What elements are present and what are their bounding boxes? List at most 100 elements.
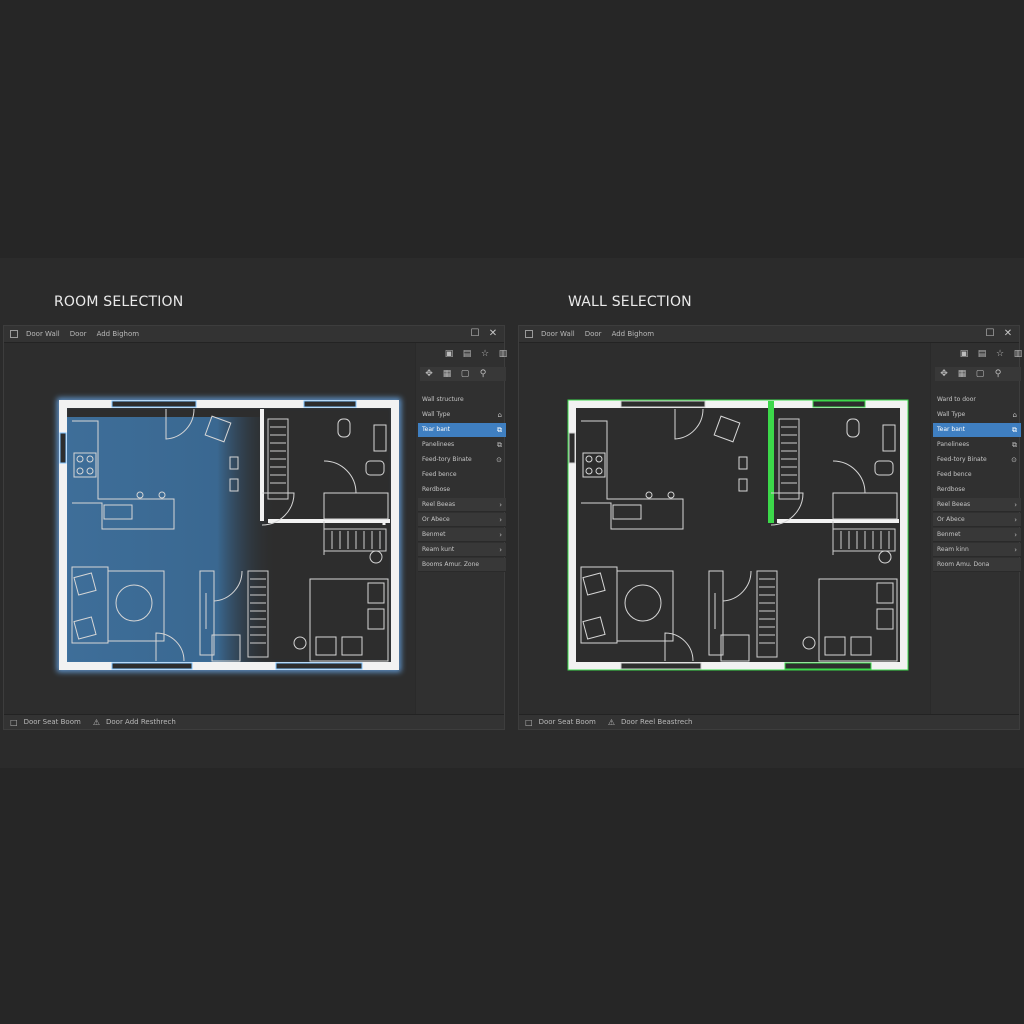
menu-item-icon: ⧉ bbox=[497, 426, 502, 434]
menu-item-label: Panelinees bbox=[422, 441, 455, 448]
menu-item[interactable]: Booms Amur. Zone bbox=[418, 558, 506, 572]
menu-item-icon: ⊙ bbox=[1011, 456, 1017, 464]
title-bar: Door Wall Door Add Bighom ☐ ✕ bbox=[4, 326, 504, 343]
properties-sidebar: ▣ ▤ ☆ ▥ ✥ ▦ ▢ ⚲ Ward to door Wall Type ⌂ Te… bbox=[931, 343, 1022, 715]
chevron-right-icon: › bbox=[499, 516, 502, 524]
pin-icon[interactable]: ⚲ bbox=[989, 367, 1007, 381]
menu-item-label: Benmet bbox=[937, 531, 961, 538]
menu-item[interactable]: Reel Beeas › bbox=[418, 498, 506, 512]
layer-icon[interactable]: ▣ bbox=[440, 347, 458, 361]
floor-plan-drawing bbox=[567, 399, 909, 671]
menu-item[interactable]: Ward to door bbox=[933, 393, 1021, 407]
menu-item[interactable]: Rerdbose bbox=[418, 483, 506, 497]
menu-item[interactable]: Panelinees ⧉ bbox=[933, 438, 1021, 452]
frame-icon[interactable]: ▢ bbox=[456, 367, 474, 381]
menu-item[interactable]: Feed bence bbox=[933, 468, 1021, 482]
menu-item-label: Ream kinn bbox=[937, 546, 969, 553]
star-icon[interactable]: ☆ bbox=[991, 347, 1009, 361]
menu-item-label: Or Abece bbox=[937, 516, 965, 523]
menu-item[interactable]: Feed-tory Binate ⊙ bbox=[418, 453, 506, 467]
menu-item-label: Booms Amur. Zone bbox=[422, 561, 480, 568]
menu-item-label: Or Abece bbox=[422, 516, 450, 523]
maximize-icon[interactable]: ☐ bbox=[983, 327, 997, 341]
sidebar-toolbar-second: ✥ ▦ ▢ ⚲ bbox=[420, 367, 506, 381]
menu-item[interactable]: Feed bence bbox=[418, 468, 506, 482]
warning-icon: ⚠ bbox=[607, 717, 615, 727]
move-icon[interactable]: ✥ bbox=[935, 367, 953, 381]
menu-door-wall[interactable]: Door Wall bbox=[26, 330, 60, 338]
status-bar: □ Door Seat Boom ⚠ Door Add Resthrech bbox=[4, 714, 504, 729]
menu-item-label: Wall Type bbox=[422, 411, 451, 418]
menu-item[interactable]: Ream kinn › bbox=[933, 543, 1021, 557]
menu-item-label: Rerdbose bbox=[422, 486, 451, 493]
floor-plan-canvas[interactable] bbox=[519, 343, 930, 715]
menu-item-label: Wall Type bbox=[937, 411, 966, 418]
menu-item[interactable]: Wall structure bbox=[418, 393, 506, 407]
menu-door-wall[interactable]: Door Wall bbox=[541, 330, 575, 338]
menu-item[interactable]: Room Amu. Dona bbox=[933, 558, 1021, 572]
menu-item[interactable]: Feed-tory Binate ⊙ bbox=[933, 453, 1021, 467]
menu-door[interactable]: Door bbox=[70, 330, 87, 338]
status-bar: □ Door Seat Boom ⚠ Door Reel Beastrech bbox=[519, 714, 1019, 729]
menu-item[interactable]: Wall Type ⌂ bbox=[933, 408, 1021, 422]
menu-item-label: Benmet bbox=[422, 531, 446, 538]
frame-icon[interactable]: ▢ bbox=[971, 367, 989, 381]
panel-icon[interactable]: ▥ bbox=[494, 347, 512, 361]
panel-title-wall-selection: WALL SELECTION bbox=[568, 294, 692, 310]
star-icon[interactable]: ☆ bbox=[476, 347, 494, 361]
sidebar-toolbar-top: ▣ ▤ ☆ ▥ bbox=[440, 347, 512, 361]
menu-item-label: Feed bence bbox=[937, 471, 972, 478]
menu-item-icon: ⌂ bbox=[497, 411, 502, 419]
grid-icon[interactable]: ▤ bbox=[973, 347, 991, 361]
menu-item-icon: ⊙ bbox=[496, 456, 502, 464]
floor-plan-canvas[interactable] bbox=[4, 343, 415, 715]
app-icon bbox=[10, 330, 18, 338]
app-window-room-selection: Door Wall Door Add Bighom ☐ ✕ ▣ ▤ ☆ ▥ ✥ … bbox=[3, 325, 507, 730]
menu-item-icon: ⧉ bbox=[497, 441, 502, 449]
status-icon: □ bbox=[10, 717, 18, 727]
menu-item[interactable]: Reel Beeas › bbox=[933, 498, 1021, 512]
close-icon[interactable]: ✕ bbox=[486, 327, 500, 341]
grid-icon[interactable]: ▤ bbox=[458, 347, 476, 361]
warning-icon: ⚠ bbox=[92, 717, 100, 727]
maximize-icon[interactable]: ☐ bbox=[468, 327, 482, 341]
status-text-2: Door Add Resthrech bbox=[106, 718, 176, 726]
menu-item-label: Wall structure bbox=[422, 396, 464, 403]
menu-item-label: Tear bant bbox=[422, 426, 451, 433]
menu-item-icon: ⌂ bbox=[1012, 411, 1017, 419]
move-icon[interactable]: ✥ bbox=[420, 367, 438, 381]
menu-item[interactable]: Ream kunt › bbox=[418, 543, 506, 557]
menu-item-label: Feed-tory Binate bbox=[937, 456, 987, 463]
panel-title-room-selection: ROOM SELECTION bbox=[54, 294, 184, 310]
close-icon[interactable]: ✕ bbox=[1001, 327, 1015, 341]
table-icon[interactable]: ▦ bbox=[953, 367, 971, 381]
menu-item[interactable]: Panelinees ⧉ bbox=[418, 438, 506, 452]
panel-icon[interactable]: ▥ bbox=[1009, 347, 1024, 361]
layer-icon[interactable]: ▣ bbox=[955, 347, 973, 361]
menu-item-label: Feed-tory Binate bbox=[422, 456, 472, 463]
chevron-right-icon: › bbox=[1014, 546, 1017, 554]
menu-item[interactable]: Tear bant ⧉ bbox=[418, 423, 506, 437]
menu-item-label: Room Amu. Dona bbox=[937, 561, 990, 568]
exterior-walls[interactable] bbox=[568, 400, 908, 670]
menu-item[interactable]: Tear bant ⧉ bbox=[933, 423, 1021, 437]
floor-plan-drawing bbox=[57, 398, 401, 672]
chevron-right-icon: › bbox=[1014, 531, 1017, 539]
menu-add-bighom[interactable]: Add Bighom bbox=[612, 330, 655, 338]
menu-item-label: Rerdbose bbox=[937, 486, 966, 493]
title-bar: Door Wall Door Add Bighom ☐ ✕ bbox=[519, 326, 1019, 343]
menu-item-label: Reel Beeas bbox=[422, 501, 456, 508]
menu-item[interactable]: Rerdbose bbox=[933, 483, 1021, 497]
closet-hatching bbox=[756, 418, 896, 658]
chevron-right-icon: › bbox=[499, 501, 502, 509]
table-icon[interactable]: ▦ bbox=[438, 367, 456, 381]
menu-item[interactable]: Wall Type ⌂ bbox=[418, 408, 506, 422]
menu-item[interactable]: Benmet › bbox=[418, 528, 506, 542]
menu-item[interactable]: Or Abece › bbox=[933, 513, 1021, 527]
menu-item-label: Tear bant bbox=[937, 426, 966, 433]
pin-icon[interactable]: ⚲ bbox=[474, 367, 492, 381]
menu-door[interactable]: Door bbox=[585, 330, 602, 338]
menu-add-bighom[interactable]: Add Bighom bbox=[97, 330, 140, 338]
menu-item[interactable]: Or Abece › bbox=[418, 513, 506, 527]
menu-item[interactable]: Benmet › bbox=[933, 528, 1021, 542]
